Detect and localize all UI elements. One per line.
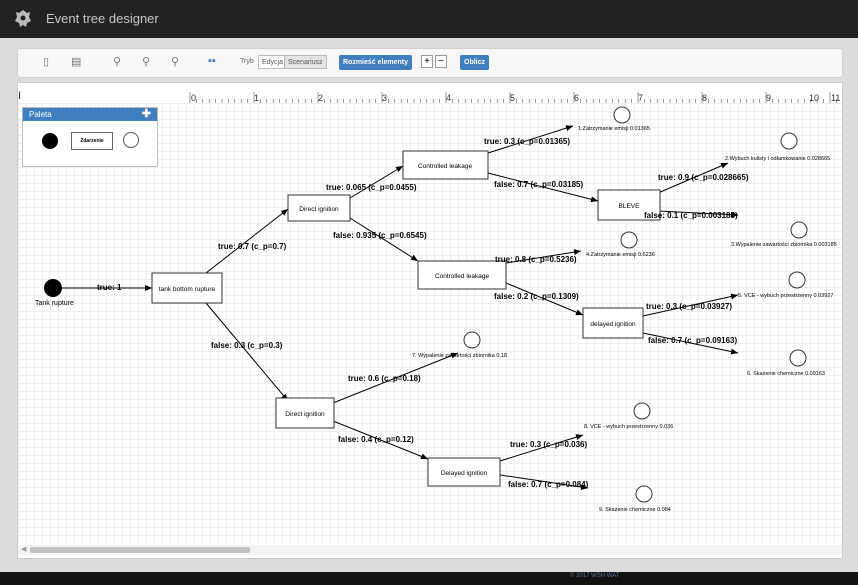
toolbar: ▯ ▤ ⚲ ⚲ ⚲ ▪▪ Tryb Edycja Scenariusz Rozm…	[17, 48, 843, 78]
edge-label-e0: true: 1	[97, 283, 122, 292]
edge-line-e1	[205, 208, 289, 274]
mode-scenario-option[interactable]: Scenariusz	[284, 55, 327, 69]
edge-label-e3: true: 0.065 (c_p=0.0455)	[326, 183, 417, 192]
edge-label-e14: false: 0.1 (c_p=0.003185)	[644, 211, 738, 220]
outcome-node-o2[interactable]	[780, 132, 798, 150]
palette-initiator-node[interactable]	[42, 133, 58, 149]
outcome-node-o6[interactable]	[789, 349, 807, 367]
edge-label-e7: true: 0.3 (c_p=0.01365)	[484, 137, 570, 146]
palette-panel: Paleta ✚ Zdarzenie	[22, 107, 158, 167]
palette-event-node[interactable]: Zdarzenie	[71, 132, 113, 150]
edge-line-e3	[349, 165, 404, 199]
outcome-node-o3[interactable]	[790, 221, 808, 239]
scrollbar-thumb[interactable]	[30, 547, 250, 553]
outcome-label-o1: 1.Zatrzymanie emisji 0.01365	[578, 126, 650, 132]
mode-edit-option[interactable]: Edycja	[258, 55, 288, 69]
app-footer: © 2017 WSH WAT	[0, 572, 858, 585]
outcome-label-o5: 5. VCE - wybuch przestrzenny 0.03927	[738, 293, 833, 299]
initiator-node[interactable]	[44, 279, 62, 297]
event-label-n2: Direct ignition	[299, 206, 339, 213]
edge-label-e5: true: 0.6 (c_p=0.18)	[348, 374, 421, 383]
edge-label-e8: false: 0.7 (c_p=0.03185)	[494, 180, 584, 189]
event-label-n4: Controlled leakage	[418, 163, 473, 170]
event-label-n8: delayed ignition	[590, 321, 636, 328]
palette-expand-icon[interactable]: ✚	[142, 108, 151, 121]
event-label-n7: BLEVE	[619, 203, 641, 210]
zoom-in-icon[interactable]: ⚲	[113, 55, 121, 68]
remove-button[interactable]: −	[435, 55, 447, 68]
outcome-label-o2: 2.Wybuch kulisty i odłamkowanie 0.028665	[725, 156, 830, 162]
arrange-elements-button[interactable]: Rozmieść elementy	[339, 55, 412, 70]
outcome-label-o4: 4.Zatrzymanie emisji 0.5236	[586, 252, 655, 258]
outcome-node-o5[interactable]	[788, 271, 806, 289]
compute-button[interactable]: Oblicz	[460, 55, 490, 70]
edge-label-e4: false: 0.935 (c_p=0.6545)	[333, 231, 427, 240]
new-file-icon[interactable]: ▯	[43, 55, 49, 68]
outcome-node-o4[interactable]	[620, 231, 638, 249]
add-button[interactable]: +	[421, 55, 433, 68]
diagram-canvas[interactable]: I 0 1 2 3 4 5 6 7 8 9 10 11 Paleta ✚ Zda…	[17, 82, 843, 559]
palette-title: Paleta	[29, 110, 52, 119]
scroll-left-icon[interactable]: ◀	[21, 545, 26, 553]
outcome-label-o8: 8. VCE - wybuch przestrzenny 0.036	[584, 424, 673, 430]
outcome-node-o9[interactable]	[635, 485, 653, 503]
event-label-n6: Delayed ignition	[441, 470, 488, 477]
horizontal-scrollbar[interactable]: ◀	[18, 545, 842, 555]
edge-label-e9: true: 0.8 (c_p=0.5236)	[495, 255, 577, 264]
outcome-label-o6: 6. Skażenie chemiczne 0.09163	[747, 371, 825, 377]
edge-label-e1: true: 0.7 (c_p=0.7)	[218, 242, 287, 251]
edge-label-e2: false: 0.3 (c_p=0.3)	[211, 341, 283, 350]
event-label-n5: Controlled leakage	[435, 273, 490, 280]
outcome-label-o9: 9. Skażenie chemiczne 0.084	[599, 507, 671, 513]
edge-label-e6: false: 0.4 (c_p=0.12)	[338, 435, 414, 444]
edge-label-e12: false: 0.7 (c_p=0.084)	[508, 480, 589, 489]
event-label-n3: Direct ignition	[285, 411, 325, 418]
edge-label-e15: true: 0.3 (c_p=0.03927)	[646, 302, 732, 311]
edge-line-e2	[205, 302, 289, 402]
outcome-node-o1[interactable]	[613, 106, 631, 124]
app-title: Event tree designer	[46, 11, 159, 26]
mode-label: Tryb	[240, 58, 254, 65]
zoom-reset-icon[interactable]: ⚲	[142, 55, 150, 68]
zoom-out-icon[interactable]: ⚲	[171, 55, 179, 68]
outcome-label-o7: 7. Wypalenie zawartości zbiornika 0.18	[412, 353, 507, 359]
app-logo-icon	[15, 10, 31, 27]
outcome-node-o7[interactable]	[463, 331, 481, 349]
initiator-label: Tank rupture	[35, 300, 74, 307]
edge-label-e10: false: 0.2 (c_p=0.1309)	[494, 292, 579, 301]
palette-outcome-node[interactable]	[123, 132, 139, 148]
edge-label-e11: true: 0.3 (c_p=0.036)	[510, 440, 587, 449]
app-header: Event tree designer	[0, 0, 858, 38]
palette-header: Paleta ✚	[23, 108, 157, 121]
edge-label-e13: true: 0.9 (c_p=0.028665)	[658, 173, 749, 182]
outcome-label-o3: 3.Wypalenie zawartości zbiornika 0.00318…	[731, 242, 837, 248]
outcome-node-o8[interactable]	[633, 402, 651, 420]
open-file-icon[interactable]: ▤	[71, 55, 81, 68]
event-label-n1: tank bottom rupture	[159, 286, 216, 293]
grid-icon[interactable]: ▪▪	[208, 55, 216, 67]
edge-label-e16: false: 0.7 (c_p=0.09163)	[648, 336, 738, 345]
footer-text: © 2017 WSH WAT	[570, 573, 620, 579]
